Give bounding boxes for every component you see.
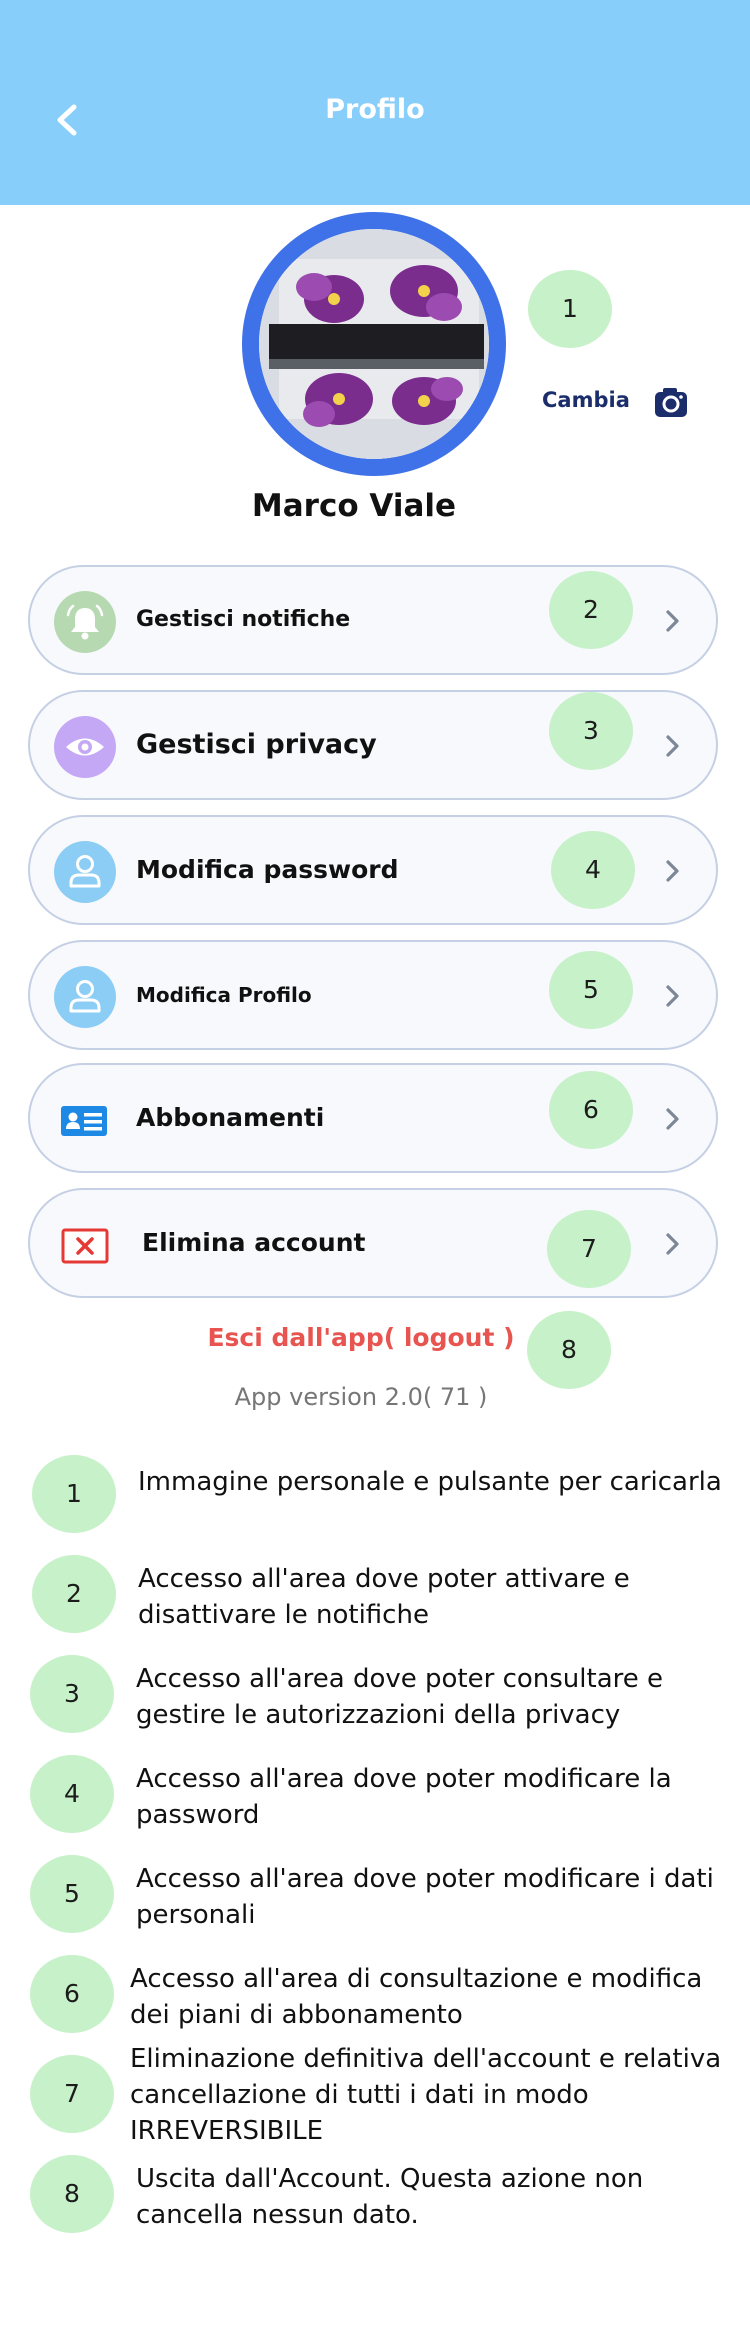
menu-label-profile: Modifica Profilo	[136, 983, 312, 1007]
change-photo-link[interactable]: Cambia	[542, 388, 630, 412]
app-version: App version 2.0( 71 )	[234, 1383, 488, 1411]
camera-button[interactable]	[654, 386, 688, 418]
legend-badge: 7	[30, 2055, 114, 2133]
legend-text: Accesso all'area di consultazione e modi…	[130, 1964, 703, 2030]
legend-badge: 4	[30, 1755, 114, 1833]
page-title: Profilo	[325, 94, 425, 125]
menu-label-password: Modifica password	[136, 855, 399, 884]
badge-privacy: 3	[549, 692, 633, 770]
badge-notifications: 2	[549, 571, 633, 649]
app-header: Profilo	[0, 0, 750, 205]
legend-text: Immagine personale e pulsante per carica…	[138, 1467, 722, 1497]
badge-password: 4	[551, 831, 635, 909]
menu-label-privacy: Gestisci privacy	[136, 729, 377, 760]
chevron-right-icon	[666, 1108, 679, 1130]
legend-text: Accesso all'area dove poter consultare e…	[136, 1664, 663, 1730]
chevron-right-icon	[666, 1233, 679, 1255]
legend-text: Accesso all'area dove poter modificare i…	[136, 1864, 714, 1930]
menu-label-subscriptions: Abbonamenti	[136, 1103, 325, 1132]
id-card-icon	[54, 1089, 116, 1151]
legend-text: Accesso all'area dove poter attivare e d…	[138, 1564, 630, 1630]
avatar-photo	[259, 229, 489, 459]
badge-avatar: 1	[528, 270, 612, 348]
chevron-right-icon	[666, 985, 679, 1007]
menu-label-notifications: Gestisci notifiche	[136, 607, 351, 632]
user-icon	[54, 966, 116, 1028]
menu-label-delete-account: Elimina account	[142, 1228, 366, 1257]
badge-logout: 8	[527, 1311, 611, 1389]
camera-icon	[655, 388, 687, 417]
user-name: Marco Viale	[251, 488, 457, 524]
chevron-right-icon	[666, 735, 679, 757]
badge-subscriptions: 6	[549, 1071, 633, 1149]
legend-badge: 3	[30, 1655, 114, 1733]
delete-icon	[54, 1214, 116, 1276]
chevron-right-icon	[666, 860, 679, 882]
bell-icon	[54, 591, 116, 653]
badge-profile: 5	[549, 951, 633, 1029]
legend-badge: 8	[30, 2155, 114, 2233]
eye-icon	[54, 716, 116, 778]
legend-badge: 5	[30, 1855, 114, 1933]
legend-text: Uscita dall'Account. Questa azione non c…	[136, 2164, 644, 2230]
avatar[interactable]	[242, 212, 506, 476]
logout-link[interactable]: Esci dall'app( logout )	[0, 1323, 722, 1352]
badge-delete-account: 7	[547, 1210, 631, 1288]
user-icon	[54, 841, 116, 903]
legend-badge: 6	[30, 1955, 114, 2033]
legend-text: Eliminazione definitiva dell'account e r…	[130, 2044, 722, 2146]
chevron-right-icon	[666, 610, 679, 632]
legend-badge: 1	[32, 1455, 116, 1533]
legend-text: Accesso all'area dove poter modificare l…	[136, 1764, 672, 1830]
legend-badge: 2	[32, 1555, 116, 1633]
